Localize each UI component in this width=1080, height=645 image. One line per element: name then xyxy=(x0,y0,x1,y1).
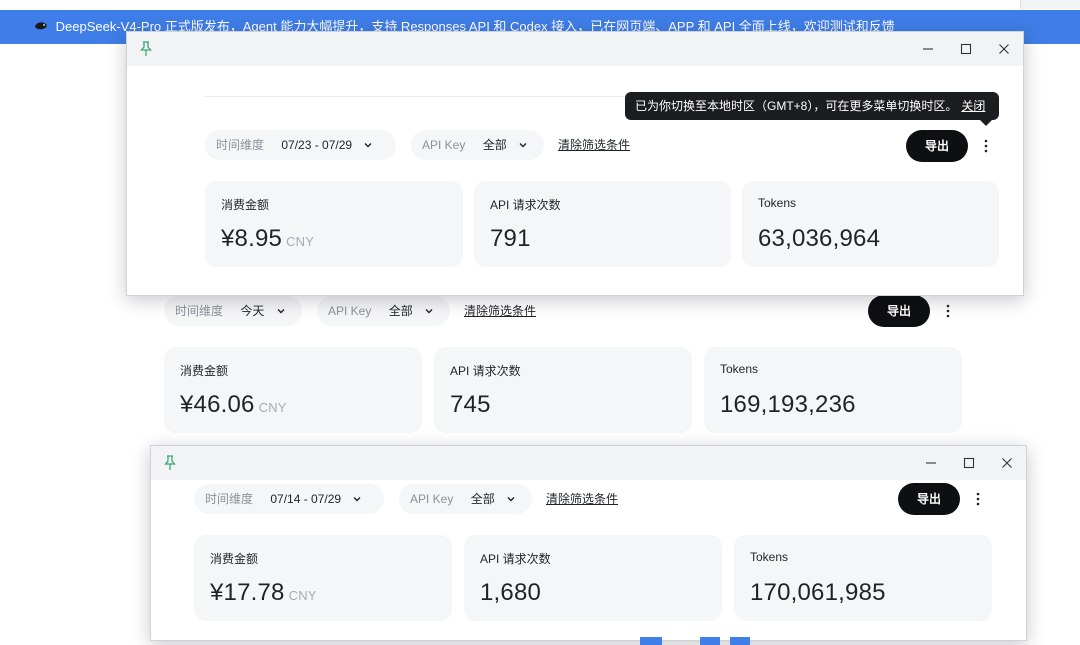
background-fragment xyxy=(640,637,662,645)
time-dimension-filter[interactable]: 时间维度 今天 xyxy=(164,296,302,326)
chevron-down-icon xyxy=(519,143,527,148)
close-icon xyxy=(1002,458,1012,468)
export-button[interactable]: 导出 xyxy=(898,483,960,515)
background-fragment xyxy=(700,637,720,645)
chevron-down-icon xyxy=(507,497,515,502)
close-icon xyxy=(999,44,1009,54)
maximize-icon xyxy=(963,457,975,469)
minimize-icon xyxy=(923,48,933,50)
more-menu-icon[interactable] xyxy=(980,136,992,156)
api-key-value: 全部 xyxy=(388,304,413,318)
api-requests-card: API 请求次数 745 xyxy=(434,347,692,433)
api-requests-value: 745 xyxy=(450,391,491,418)
timezone-tooltip: 已为你切换至本地时区（GMT+8），可在更多菜单切换时区。 关闭 xyxy=(625,92,999,126)
cost-value: ¥8.95 xyxy=(221,225,283,252)
maximize-button[interactable] xyxy=(947,32,985,66)
tokens-card: Tokens 169,193,236 xyxy=(704,347,962,433)
cost-title: 消费金额 xyxy=(221,198,270,212)
api-requests-card: API 请求次数 1,680 xyxy=(464,535,722,621)
api-requests-card: API 请求次数 791 xyxy=(474,181,731,267)
chevron-down-icon xyxy=(364,143,372,148)
api-key-value: 全部 xyxy=(470,492,495,506)
time-dimension-value: 07/14 - 07/29 xyxy=(270,492,342,506)
minimize-button[interactable] xyxy=(909,32,947,66)
tokens-value: 169,193,236 xyxy=(720,391,856,418)
api-key-label: API Key xyxy=(422,138,466,152)
api-key-filter[interactable]: API Key 全部 xyxy=(317,296,450,326)
time-dimension-filter[interactable]: 时间维度 07/14 - 07/29 xyxy=(194,484,384,514)
api-requests-value: 1,680 xyxy=(480,579,542,606)
window-titlebar[interactable] xyxy=(127,32,1023,66)
clear-filters-link[interactable]: 清除筛选条件 xyxy=(464,296,536,326)
cost-value-row: ¥8.95 CNY xyxy=(221,225,314,253)
api-requests-title: API 请求次数 xyxy=(490,198,561,212)
divider xyxy=(205,96,625,97)
api-key-label: API Key xyxy=(410,492,454,506)
deepseek-whale-icon xyxy=(35,22,47,30)
cost-value-row: ¥46.06 CNY xyxy=(180,391,287,419)
more-menu-icon[interactable] xyxy=(942,301,954,321)
api-key-value: 全部 xyxy=(482,138,507,152)
cost-value-row: ¥17.78 CNY xyxy=(210,579,317,607)
tokens-value: 170,061,985 xyxy=(750,579,886,606)
minimize-icon xyxy=(926,462,936,464)
time-dimension-label: 时间维度 xyxy=(175,304,224,318)
tooltip-close-link[interactable]: 关闭 xyxy=(961,99,985,113)
tokens-value: 63,036,964 xyxy=(758,225,881,252)
cost-value: ¥46.06 xyxy=(180,391,255,418)
more-menu-icon[interactable] xyxy=(972,489,984,509)
chevron-down-icon xyxy=(353,497,361,502)
top-strip xyxy=(0,0,1080,10)
chevron-down-icon xyxy=(425,309,433,314)
api-key-label: API Key xyxy=(328,304,372,318)
window-titlebar[interactable] xyxy=(151,446,1026,480)
export-button[interactable]: 导出 xyxy=(868,295,930,327)
cost-title: 消费金额 xyxy=(210,552,259,566)
time-dimension-value: 今天 xyxy=(240,304,265,318)
tokens-card: Tokens 63,036,964 xyxy=(742,181,999,267)
clear-filters-link[interactable]: 清除筛选条件 xyxy=(546,484,618,514)
export-button[interactable]: 导出 xyxy=(906,130,968,162)
tokens-title: Tokens xyxy=(750,550,789,564)
time-dimension-value: 07/23 - 07/29 xyxy=(281,138,353,152)
cost-title: 消费金额 xyxy=(180,364,229,378)
close-button[interactable] xyxy=(985,32,1023,66)
pin-icon[interactable] xyxy=(139,41,153,57)
currency-unit: CNY xyxy=(258,400,287,415)
tooltip-arrow xyxy=(980,120,992,126)
api-requests-value: 791 xyxy=(490,225,531,252)
cost-value: ¥17.78 xyxy=(210,579,285,606)
cost-card: 消费金额 ¥8.95 CNY xyxy=(205,181,463,267)
api-key-filter[interactable]: API Key 全部 xyxy=(411,130,544,160)
background-fragment xyxy=(730,637,750,645)
api-key-filter[interactable]: API Key 全部 xyxy=(399,484,532,514)
maximize-button[interactable] xyxy=(950,446,988,480)
currency-unit: CNY xyxy=(286,234,315,249)
browser-tab-stub[interactable] xyxy=(1020,0,1080,9)
cost-card: 消费金额 ¥46.06 CNY xyxy=(164,347,422,433)
maximize-icon xyxy=(960,43,972,55)
timezone-tooltip-text: 已为你切换至本地时区（GMT+8），可在更多菜单切换时区。 xyxy=(635,99,958,113)
cost-card: 消费金额 ¥17.78 CNY xyxy=(194,535,452,621)
pin-icon[interactable] xyxy=(163,455,177,471)
time-dimension-label: 时间维度 xyxy=(216,138,265,152)
api-requests-title: API 请求次数 xyxy=(450,364,521,378)
currency-unit: CNY xyxy=(288,588,317,603)
minimize-button[interactable] xyxy=(912,446,950,480)
tokens-title: Tokens xyxy=(758,196,797,210)
time-dimension-filter[interactable]: 时间维度 07/23 - 07/29 xyxy=(205,130,396,160)
time-dimension-label: 时间维度 xyxy=(205,492,254,506)
chevron-down-icon xyxy=(277,309,285,314)
close-button[interactable] xyxy=(988,446,1026,480)
tokens-card: Tokens 170,061,985 xyxy=(734,535,992,621)
clear-filters-link[interactable]: 清除筛选条件 xyxy=(558,130,630,160)
tokens-title: Tokens xyxy=(720,362,759,376)
api-requests-title: API 请求次数 xyxy=(480,552,551,566)
